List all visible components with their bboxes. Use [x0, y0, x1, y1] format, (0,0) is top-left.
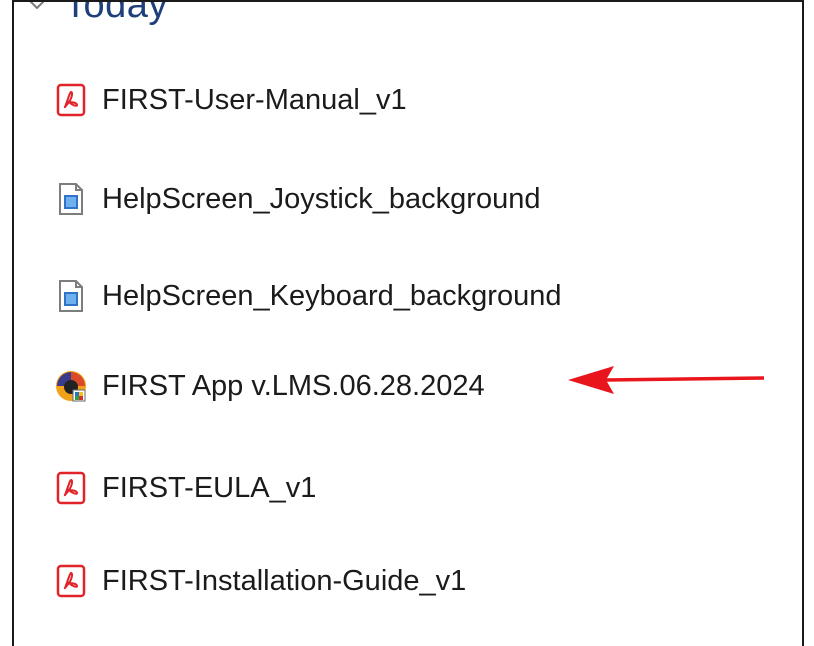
file-name: FIRST-Installation-Guide_v1 [102, 564, 467, 597]
image-file-icon [54, 278, 88, 314]
group-header-today[interactable]: Today [24, 0, 168, 30]
file-name: FIRST App v.LMS.06.28.2024 [102, 369, 485, 402]
file-name: HelpScreen_Keyboard_background [102, 279, 562, 312]
group-title: Today [64, 0, 168, 26]
pdf-file-icon [54, 82, 88, 118]
list-item[interactable]: FIRST-Installation-Guide_v1 [54, 557, 466, 605]
pdf-file-icon [54, 563, 88, 599]
annotation-arrow-icon [568, 366, 765, 394]
list-item[interactable]: HelpScreen_Joystick_background [54, 175, 540, 223]
file-name: FIRST-EULA_v1 [102, 471, 317, 504]
file-list-pane: Today FIRST-User-Manual_v1 HelpScreen_Jo… [12, 0, 804, 646]
list-item[interactable]: FIRST-User-Manual_v1 [54, 76, 407, 124]
pdf-file-icon [54, 470, 88, 506]
file-name: HelpScreen_Joystick_background [102, 182, 541, 215]
list-item[interactable]: HelpScreen_Keyboard_background [54, 272, 561, 320]
file-name: FIRST-User-Manual_v1 [102, 83, 407, 116]
list-item[interactable]: FIRST-EULA_v1 [54, 464, 316, 512]
list-item[interactable]: FIRST App v.LMS.06.28.2024 [54, 362, 485, 410]
chevron-down-icon[interactable] [24, 2, 50, 18]
app-shortcut-icon [54, 368, 88, 404]
image-file-icon [54, 181, 88, 217]
